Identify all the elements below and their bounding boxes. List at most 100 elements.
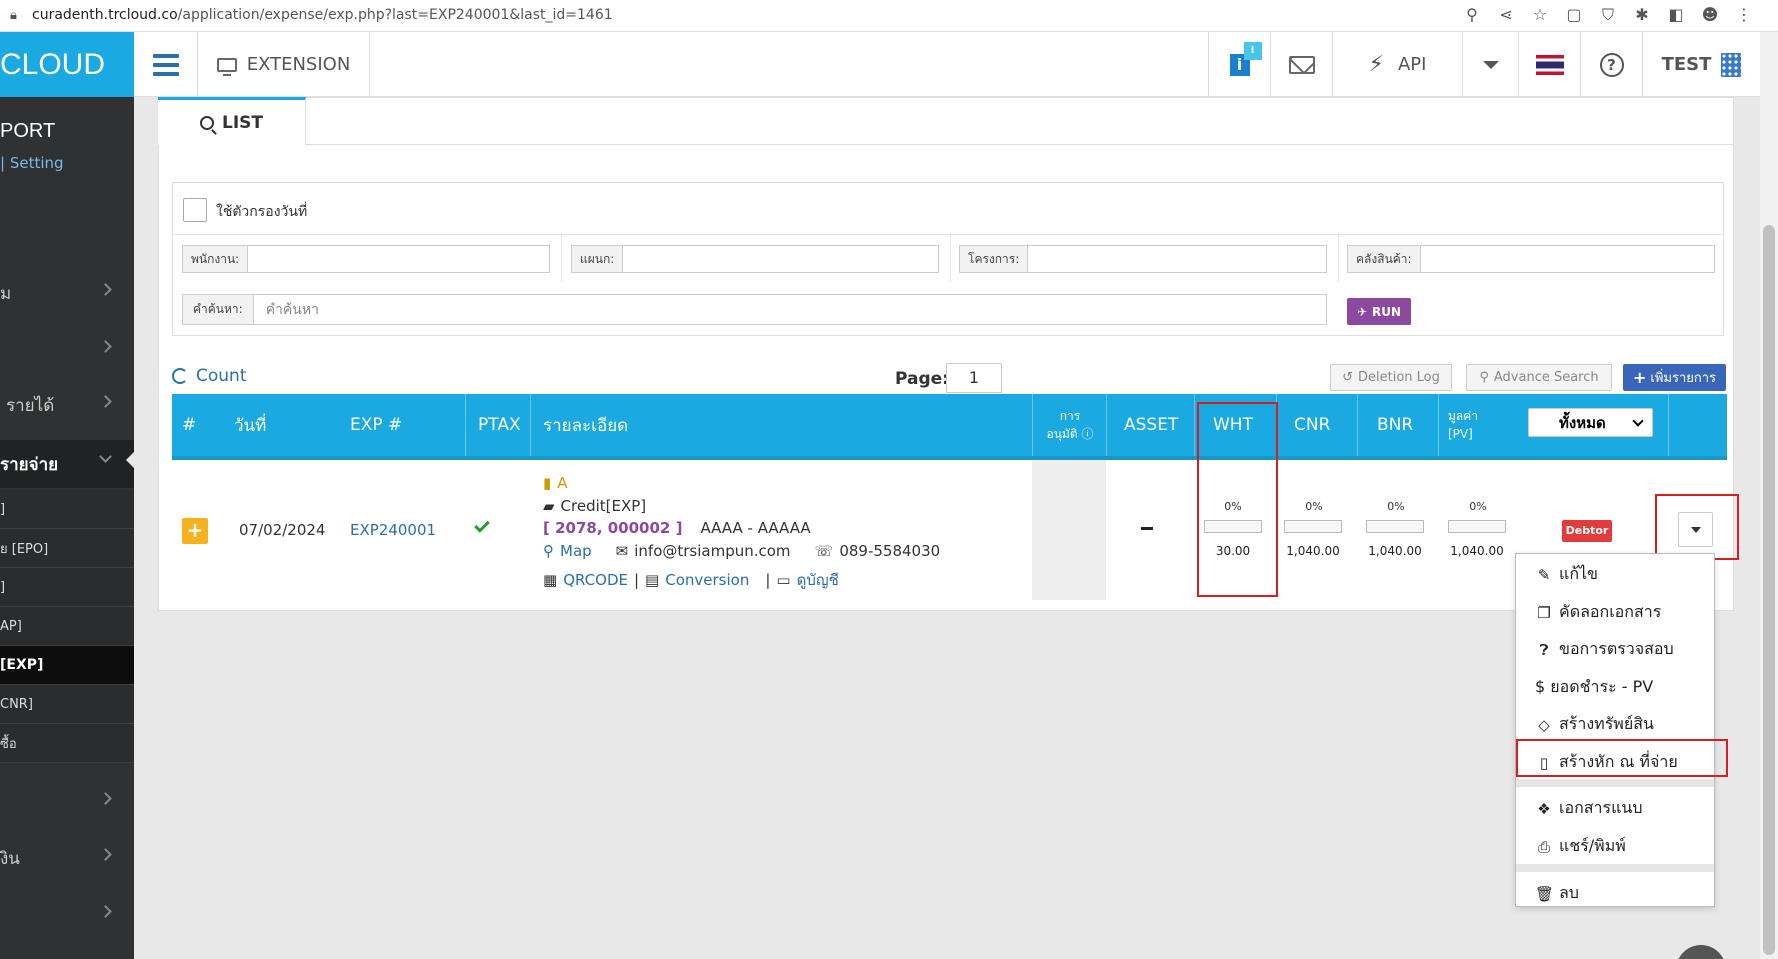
col-date[interactable]: วันที่ [234,394,266,456]
more-vert-icon[interactable]: ⋮ [1734,5,1754,25]
sidebar-item[interactable]: ม [0,273,134,313]
tab-list[interactable]: LIST [158,97,306,145]
sidebar-item[interactable] [0,782,134,822]
keyword-input[interactable] [253,295,1326,324]
project-filter[interactable]: โครงการ: [959,245,1327,273]
col-detail[interactable]: รายละเอียด [543,394,628,456]
search-icon [200,115,214,130]
sidebar-subitem-exp[interactable]: [EXP] [0,646,134,685]
profile-avatar-icon[interactable]: ☻ [1700,5,1720,25]
menu-item-attachments[interactable]: ❖ เอกสารแนบ [1535,796,1642,821]
filter-separator [1338,234,1339,282]
sidebar-subitem-purchase[interactable]: ซื้อ [0,724,134,763]
menu-item-edit[interactable]: ✎ แก้ไข [1535,562,1598,587]
scrollbar-thumb[interactable] [1763,225,1775,955]
zoom-icon[interactable]: ⚲ [1462,5,1482,25]
url-bar[interactable]: curadenth.trcloud.co/application/expense… [32,7,613,23]
add-item-button[interactable]: + เพิ่มรายการ [1623,364,1726,391]
row-email: info@trsiampun.com [634,542,791,560]
sidebar-item[interactable] [0,895,134,935]
menu-toggle-button[interactable] [134,32,198,97]
qrcode-link[interactable]: QRCODE [563,571,628,589]
col-exp[interactable]: EXP # [350,394,402,456]
brand-logo[interactable]: CLOUD [0,32,134,97]
sidebar-item-income[interactable]: รายได้ [0,385,134,425]
contact-code[interactable]: [ 2078, 000002 ] [543,519,682,537]
dropdown-highlight-box [1655,494,1739,560]
sidebar-subitem[interactable]: ] [0,568,134,607]
sidebar-subitem-cnr[interactable]: CNR] [0,685,134,724]
api-button[interactable]: ⚡︎ API [1332,32,1462,97]
puzzle-icon[interactable]: ✱ [1632,5,1652,25]
share-icon[interactable]: ⋖ [1496,5,1516,25]
sidebar-subitem[interactable]: ] [0,490,134,529]
warehouse-filter[interactable]: คลังสินค้า: [1347,245,1715,273]
extension-box-icon[interactable]: ▢ [1564,5,1584,25]
expand-row-button[interactable]: + [182,518,208,544]
department-input[interactable] [623,246,938,272]
chevron-right-icon [99,905,112,918]
menu-item-delete[interactable]: 🗑︎ ลบ [1535,881,1579,906]
run-button[interactable]: ✈︎ RUN [1347,298,1411,325]
menu-item-share-print[interactable]: ⎙ แชร์/พิมพ์ [1535,834,1626,859]
warehouse-input[interactable] [1420,246,1714,272]
sidebar-setting-link[interactable]: | Setting [0,154,64,172]
col-bnr: BNR [1377,415,1414,435]
warehouse-label: คลังสินค้า: [1348,246,1421,272]
count-button[interactable]: Count [172,366,247,386]
menu-divider [1516,779,1714,787]
floating-action-button[interactable] [1676,945,1726,959]
sidebar-subitem-ap[interactable]: AP] [0,607,134,646]
company-button[interactable]: TEST [1642,32,1760,97]
col-ptax[interactable]: PTAX [478,394,521,456]
sidebar-item[interactable] [0,330,134,370]
status-filter-select[interactable]: ทั้งหมด [1528,408,1653,437]
sidebar-item-expense[interactable]: รายจ่าย [0,440,134,488]
map-link[interactable]: Map [560,542,592,560]
header-dropdown-button[interactable] [1462,32,1518,97]
sidebar-subitem-epo[interactable]: ย [EPO] [0,529,134,568]
view-account-link[interactable]: ดูบัญชี [797,568,839,592]
filter-separator [950,234,951,282]
date-filter-checkbox[interactable] [183,198,207,222]
history-icon: ↺ [1342,370,1354,385]
menu-item-copy[interactable]: ❐ คัดลอกเอกสาร [1535,600,1661,625]
conversion-link[interactable]: Conversion [665,571,749,589]
extension-button[interactable]: EXTENSION [198,32,370,97]
employee-filter[interactable]: พนักงาน: [182,245,550,273]
shield-icon[interactable]: ⛉ [1598,5,1618,25]
envelope-small-icon: ✉ [615,542,629,560]
project-input[interactable] [1028,246,1326,272]
url-host: curadenth.trcloud.co [32,7,178,23]
employee-input[interactable] [248,246,549,272]
menu-item-payment-pv[interactable]: $ ยอดชำระ - PV [1535,675,1653,700]
sidebar-item-finance[interactable]: งิน [0,838,134,878]
chevron-right-icon [99,848,112,861]
sidepanel-icon[interactable]: ◧ [1666,5,1686,25]
help-button[interactable]: ? [1580,32,1642,97]
department-label: แผนก: [572,246,624,272]
department-filter[interactable]: แผนก: [571,245,939,273]
row-exp-link[interactable]: EXP240001 [350,521,436,539]
info-button[interactable]: i! [1208,32,1270,97]
star-icon[interactable]: ☆ [1530,5,1550,25]
caret-down-icon [1482,60,1499,69]
dropbox-icon: ❖ [1537,799,1551,818]
menu-item-create-asset[interactable]: ◇ สร้างทรัพย์สิน [1535,712,1654,737]
menu-item-request-review[interactable]: ❓︎ ขอการตรวจสอบ [1535,637,1673,662]
chevron-down-icon [1632,414,1644,427]
detail-links: ⚲ Map ✉ info@trsiampun.com ☏ 089-5584030 [543,542,940,560]
deletion-log-label: Deletion Log [1358,370,1440,385]
page-input[interactable]: 1 [946,363,1002,393]
language-button[interactable] [1518,32,1580,97]
col-pv-line1: มูลค่า [1448,409,1479,423]
deletion-log-button[interactable]: ↺ Deletion Log [1330,364,1452,391]
chevron-right-icon [99,395,112,408]
mail-button[interactable] [1270,32,1332,97]
col-approve: การ อนุมัติ ⓘ [1040,394,1100,456]
header-separator [1194,394,1195,456]
col-approve-line2: อนุมัติ ⓘ [1046,427,1094,441]
advance-search-button[interactable]: ⚲ Advance Search [1466,364,1612,391]
lock-icon: 🔒︎ [10,8,17,23]
wht-highlight-box [1197,402,1278,597]
